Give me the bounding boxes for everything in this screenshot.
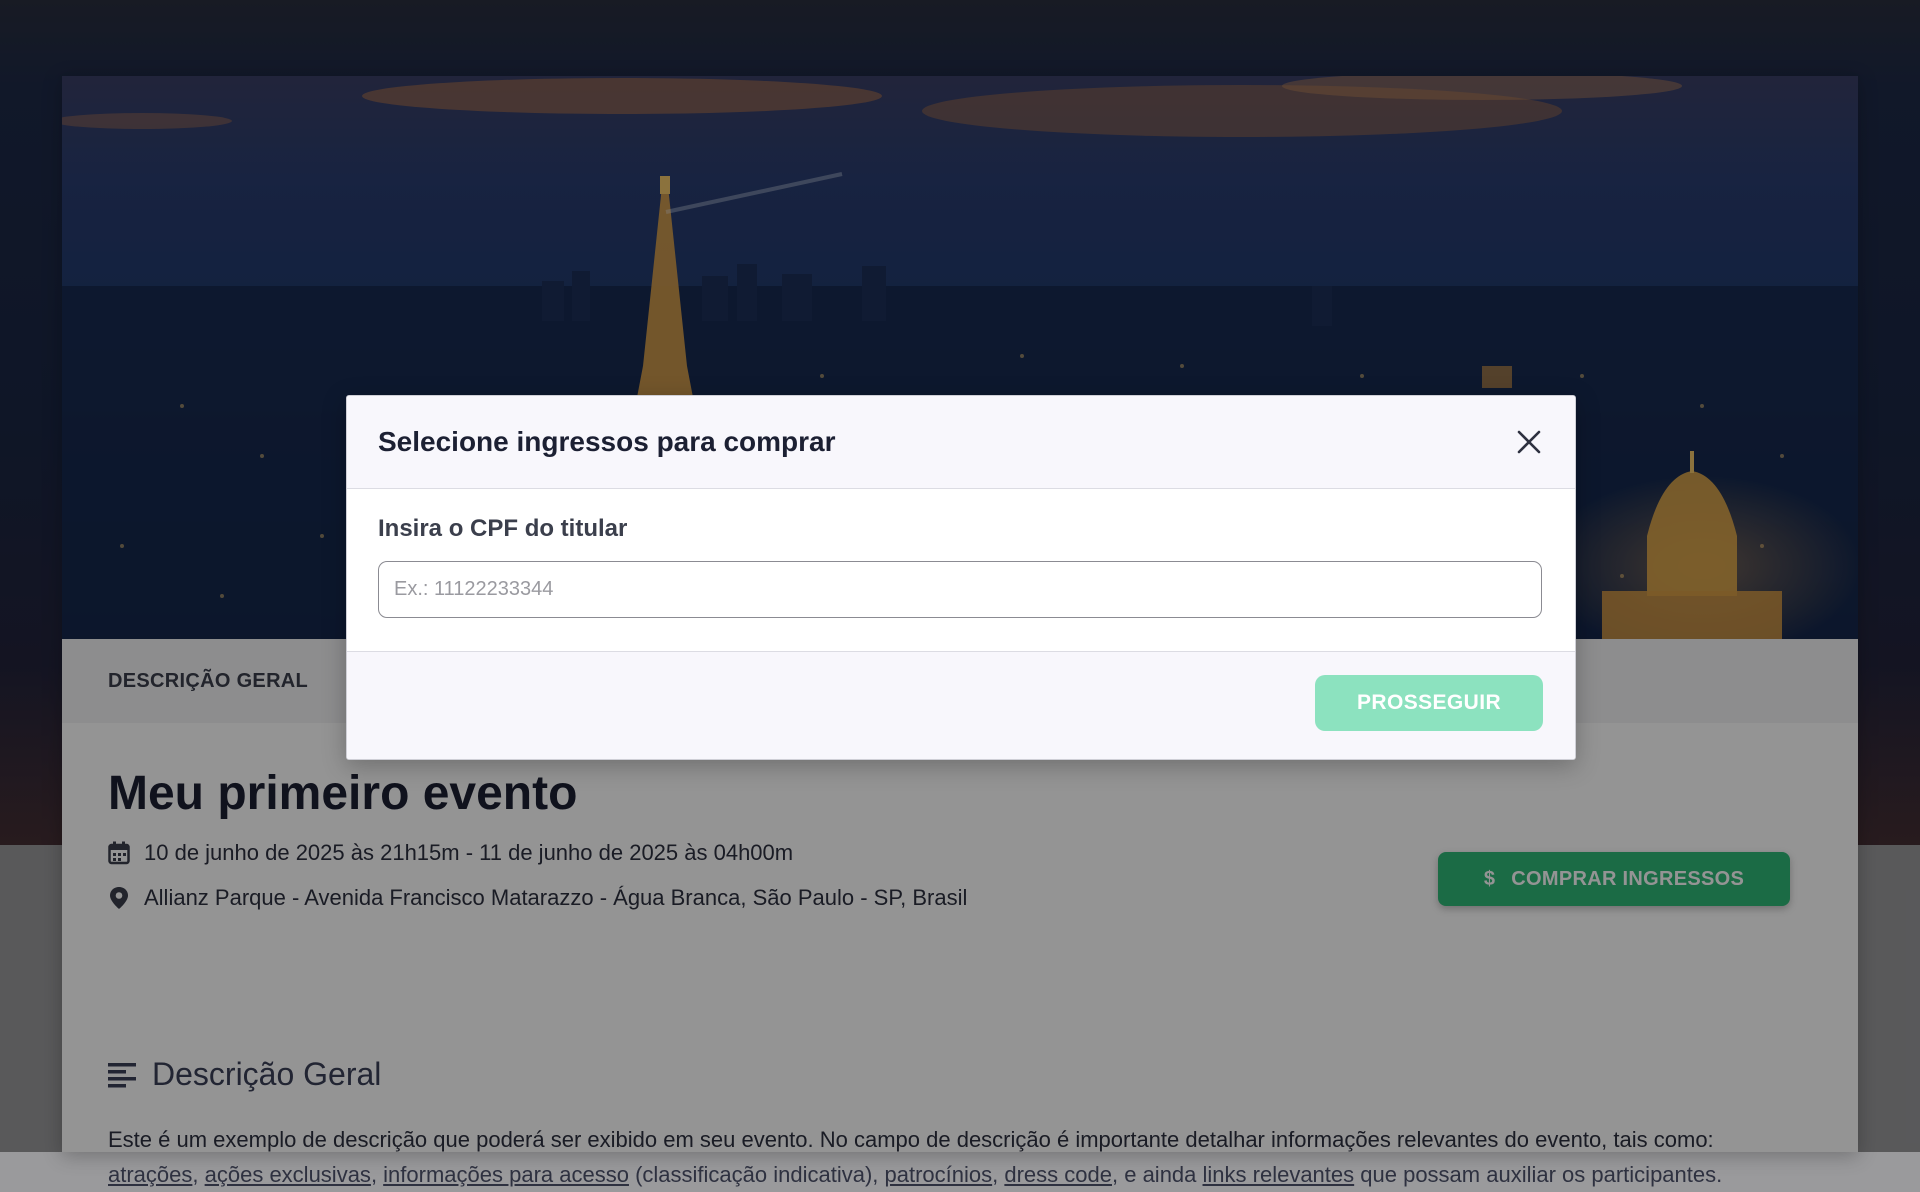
description-separator: , [192, 1162, 205, 1187]
modal-body: Insira o CPF do titular [347, 489, 1575, 651]
modal-title: Selecione ingressos para comprar [378, 426, 836, 457]
proceed-button[interactable]: PROSSEGUIR [1315, 675, 1543, 731]
link-informacoes-acesso[interactable]: informações para acesso [383, 1162, 629, 1187]
close-icon [1517, 430, 1541, 454]
ticket-purchase-modal: Selecione ingressos para comprar Insira … [346, 395, 1576, 760]
close-button[interactable] [1513, 426, 1545, 458]
description-separator: , [992, 1162, 1005, 1187]
link-acoes-exclusivas[interactable]: ações exclusivas [205, 1162, 371, 1187]
description-text: , e ainda [1112, 1162, 1203, 1187]
cpf-input[interactable] [378, 561, 1542, 618]
modal-footer: PROSSEGUIR [347, 651, 1575, 759]
cpf-field-label: Insira o CPF do titular [378, 515, 628, 542]
link-dress-code[interactable]: dress code [1004, 1162, 1112, 1187]
link-links-relevantes[interactable]: links relevantes [1203, 1162, 1355, 1187]
description-separator: , [370, 1162, 384, 1187]
link-atracoes[interactable]: atrações [108, 1162, 192, 1187]
link-patrocinios[interactable]: patrocínios [885, 1162, 993, 1187]
description-text: (classificação indicativa), [628, 1162, 885, 1187]
modal-header: Selecione ingressos para comprar [347, 396, 1575, 489]
description-text: que possam auxiliar os participantes. [1354, 1162, 1723, 1187]
